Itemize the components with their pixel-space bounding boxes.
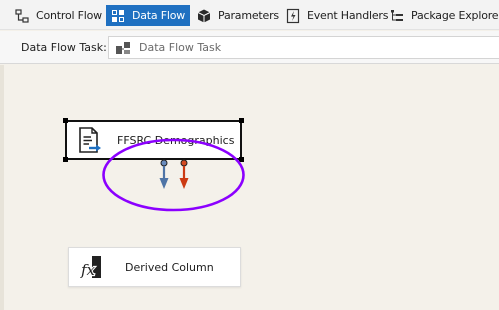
selection-handle[interactable] bbox=[239, 118, 244, 123]
control-flow-icon bbox=[15, 8, 29, 23]
tab-control-flow[interactable]: Control Flow bbox=[10, 5, 107, 26]
component-label: FFSRC Demographics bbox=[117, 133, 235, 147]
selection-handle[interactable] bbox=[239, 157, 244, 162]
selection-handle[interactable] bbox=[63, 118, 68, 123]
svg-text:fx: fx bbox=[80, 261, 96, 279]
derived-column-fx-icon: fx bbox=[79, 256, 101, 280]
designer-tab-bar: Control Flow Data Flow Parameters Event … bbox=[0, 0, 499, 30]
blue-path-arrow-icon[interactable] bbox=[159, 159, 169, 189]
task-label: Data Flow Task: bbox=[21, 41, 107, 54]
event-handlers-icon bbox=[286, 8, 300, 23]
tab-label: Package Explorer bbox=[411, 9, 499, 22]
package-explorer-icon bbox=[391, 9, 403, 21]
tab-package-explorer[interactable]: Package Explorer bbox=[385, 5, 499, 26]
tab-label: Control Flow bbox=[36, 9, 102, 22]
task-selected-value: Data Flow Task bbox=[139, 41, 222, 54]
data-flow-task-icon bbox=[116, 41, 130, 54]
tab-event-handlers[interactable]: Event Handlers bbox=[281, 5, 393, 26]
data-flow-canvas[interactable]: FFSRC Demographics fx Derived Column bbox=[0, 65, 499, 310]
parameters-icon bbox=[197, 9, 211, 22]
ffsrc-demographics-component[interactable]: FFSRC Demographics bbox=[63, 118, 244, 162]
tab-label: Parameters bbox=[218, 9, 279, 22]
canvas-left-edge bbox=[0, 65, 4, 310]
tab-data-flow[interactable]: Data Flow bbox=[106, 5, 191, 26]
derived-column-component[interactable]: fx Derived Column bbox=[68, 247, 241, 287]
flat-file-source-icon bbox=[79, 127, 101, 153]
data-flow-task-bar: Data Flow Task: Data Flow Task bbox=[0, 31, 499, 64]
tab-parameters[interactable]: Parameters bbox=[192, 5, 284, 26]
data-flow-task-dropdown[interactable]: Data Flow Task bbox=[108, 36, 499, 59]
data-flow-icon bbox=[112, 9, 124, 22]
selection-handle[interactable] bbox=[63, 157, 68, 162]
tab-label: Data Flow bbox=[132, 9, 186, 22]
red-path-arrow-icon[interactable] bbox=[179, 159, 189, 189]
tab-label: Event Handlers bbox=[307, 9, 389, 22]
component-label: Derived Column bbox=[125, 260, 214, 274]
